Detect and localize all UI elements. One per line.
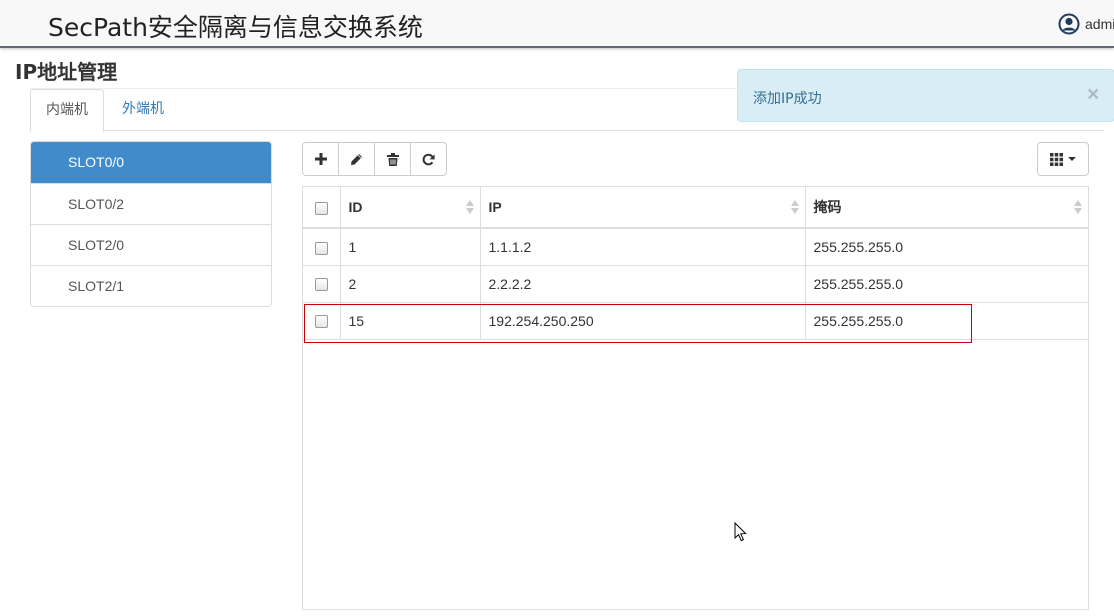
ip-table: ID IP 掩码 1 1.1.1.2 255.255.255.0 2 2.2.2… (303, 187, 1088, 340)
slot-item-slot2-0[interactable]: SLOT2/0 (31, 224, 271, 265)
table-row[interactable]: 15 192.254.250.250 255.255.255.0 (303, 302, 1088, 339)
slot-list: SLOT0/0 SLOT0/2 SLOT2/0 SLOT2/1 (30, 141, 272, 307)
table-header-row: ID IP 掩码 (303, 187, 1088, 228)
slot-item-slot0-0[interactable]: SLOT0/0 (31, 142, 271, 183)
row-checkbox[interactable] (314, 278, 328, 292)
delete-button[interactable] (374, 142, 411, 176)
add-button[interactable] (302, 142, 339, 176)
column-header-id[interactable]: ID (339, 187, 480, 228)
cell-mask: 255.255.255.0 (804, 302, 1088, 339)
columns-toggle-button[interactable] (1037, 142, 1089, 176)
user-menu[interactable]: admin (1058, 13, 1114, 35)
sort-icon (790, 200, 799, 216)
sort-icon (465, 200, 474, 216)
cell-ip: 192.254.250.250 (479, 302, 805, 339)
table-toolbar (302, 142, 447, 176)
row-checkbox[interactable] (314, 241, 328, 255)
cell-mask: 255.255.255.0 (804, 228, 1088, 265)
select-all-checkbox[interactable] (314, 201, 328, 215)
refresh-button[interactable] (410, 142, 447, 176)
plus-icon (314, 153, 327, 165)
cell-id: 1 (339, 228, 480, 265)
alert-message: 添加IP成功 (753, 91, 822, 107)
close-icon[interactable]: × (1087, 84, 1099, 105)
tab-external[interactable]: 外端机 (107, 89, 179, 131)
chevron-down-icon (1068, 157, 1076, 161)
success-alert: 添加IP成功 × (737, 69, 1114, 122)
top-navbar: SecPath安全隔离与信息交换系统 admin (0, 0, 1114, 48)
mouse-cursor-icon (734, 522, 747, 542)
ip-table-container: ID IP 掩码 1 1.1.1.2 255.255.255.0 2 2.2.2… (302, 186, 1089, 610)
cell-ip: 1.1.1.2 (479, 228, 805, 265)
cell-id: 2 (339, 265, 480, 302)
edit-button[interactable] (338, 142, 375, 176)
column-header-mask[interactable]: 掩码 (804, 187, 1088, 228)
slot-item-slot0-2[interactable]: SLOT0/2 (31, 183, 271, 224)
trash-icon (386, 152, 399, 166)
cell-ip: 2.2.2.2 (479, 265, 805, 302)
user-circle-icon (1058, 13, 1080, 35)
select-all-cell (303, 187, 340, 228)
row-checkbox[interactable] (314, 315, 328, 329)
page-title: IP地址管理 (15, 60, 118, 84)
grid-icon (1050, 152, 1063, 166)
sort-icon (1074, 200, 1082, 216)
cell-mask: 255.255.255.0 (804, 265, 1088, 302)
pencil-icon (351, 153, 362, 165)
user-name: admin (1085, 16, 1114, 32)
cell-id: 15 (339, 302, 480, 339)
tab-internal[interactable]: 内端机 (30, 89, 104, 132)
app-title: SecPath安全隔离与信息交换系统 (48, 13, 423, 42)
table-row[interactable]: 1 1.1.1.2 255.255.255.0 (303, 228, 1088, 265)
column-header-ip[interactable]: IP (479, 187, 805, 228)
refresh-icon (422, 153, 435, 165)
table-row[interactable]: 2 2.2.2.2 255.255.255.0 (303, 265, 1088, 302)
slot-item-slot2-1[interactable]: SLOT2/1 (31, 265, 271, 306)
